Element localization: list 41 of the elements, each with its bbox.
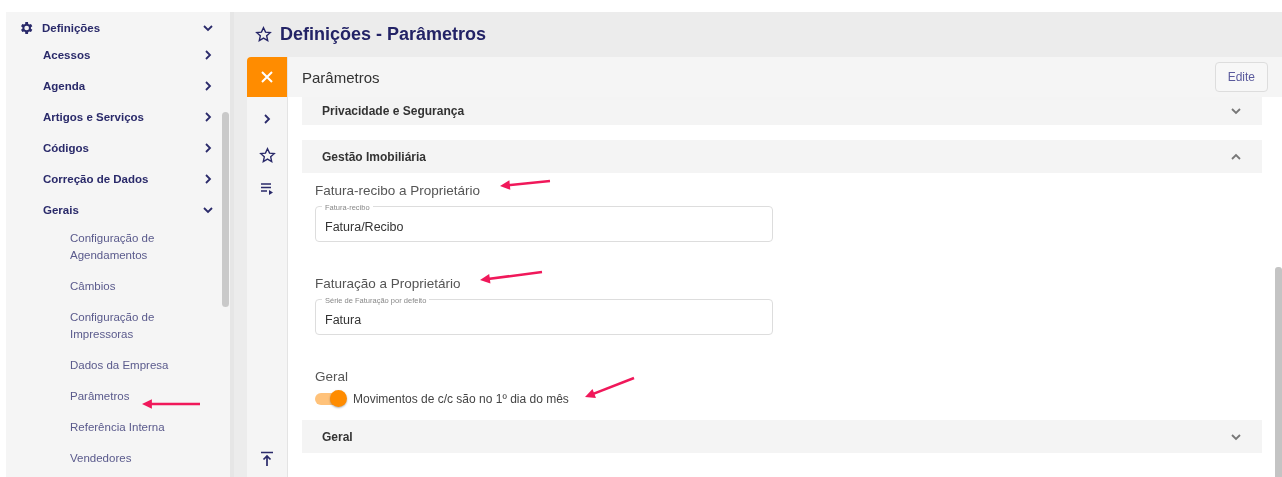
scrollbar-thumb[interactable] [1275, 267, 1282, 477]
sidebar-title[interactable]: Definições [42, 21, 202, 34]
chevron-icon [202, 49, 214, 62]
favorite-button[interactable] [258, 147, 276, 164]
sidebar-subitem[interactable]: Vendedores [6, 450, 222, 467]
sidebar-subitem[interactable]: Câmbios [6, 278, 222, 295]
chevron-icon [202, 142, 214, 155]
sidebar-subitem[interactable]: Referência Interna [6, 419, 222, 436]
chevron-icon [202, 173, 214, 186]
sidebar-item[interactable]: Códigos [43, 142, 202, 155]
edit-button[interactable]: Edite [1214, 62, 1268, 92]
sidebar-subitem[interactable]: Configuração de Impressoras [6, 309, 222, 343]
sidebar-item[interactable]: Correção de Dados [43, 173, 202, 186]
toggle-switch[interactable] [315, 393, 345, 405]
section-header[interactable]: Privacidade e Segurança [302, 97, 1262, 125]
chevron-icon [202, 111, 214, 124]
chevron-icon [202, 80, 214, 93]
sidebar-item[interactable]: Acessos [43, 49, 202, 62]
sidebar-item[interactable]: Agenda [43, 80, 202, 93]
expand-button[interactable] [261, 113, 273, 125]
scrollbar-thumb[interactable] [222, 112, 229, 307]
section-header[interactable]: Geral [302, 420, 1262, 453]
group-heading: Faturação a Proprietário [315, 276, 461, 291]
sidebar-item[interactable]: Gerais [43, 204, 202, 217]
sidebar-subitem[interactable]: Configuração de Agendamentos [6, 230, 222, 264]
close-icon [260, 70, 274, 84]
page-title: Definições - Parâmetros [280, 24, 487, 45]
group-heading: Geral [315, 369, 348, 384]
star-icon[interactable] [255, 26, 272, 43]
group-heading: Fatura-recibo a Proprietário [315, 183, 481, 198]
section-header[interactable]: Gestão Imobiliária [302, 140, 1262, 173]
sidebar-subitem[interactable]: Dados da Empresa [6, 357, 222, 374]
sidebar-subitem[interactable]: Parâmetros [6, 388, 222, 405]
chevron-icon [261, 113, 273, 125]
sidebar-item[interactable]: Artigos e Serviços [43, 111, 202, 124]
list-button[interactable] [260, 182, 274, 196]
gear-icon [18, 19, 34, 36]
panel-title: Parâmetros [302, 68, 380, 86]
toggle-label: Movimentos de c/c são no 1º dia do mês [353, 392, 569, 406]
chevron-icon [1230, 105, 1242, 117]
scroll-top-button[interactable] [260, 451, 274, 467]
